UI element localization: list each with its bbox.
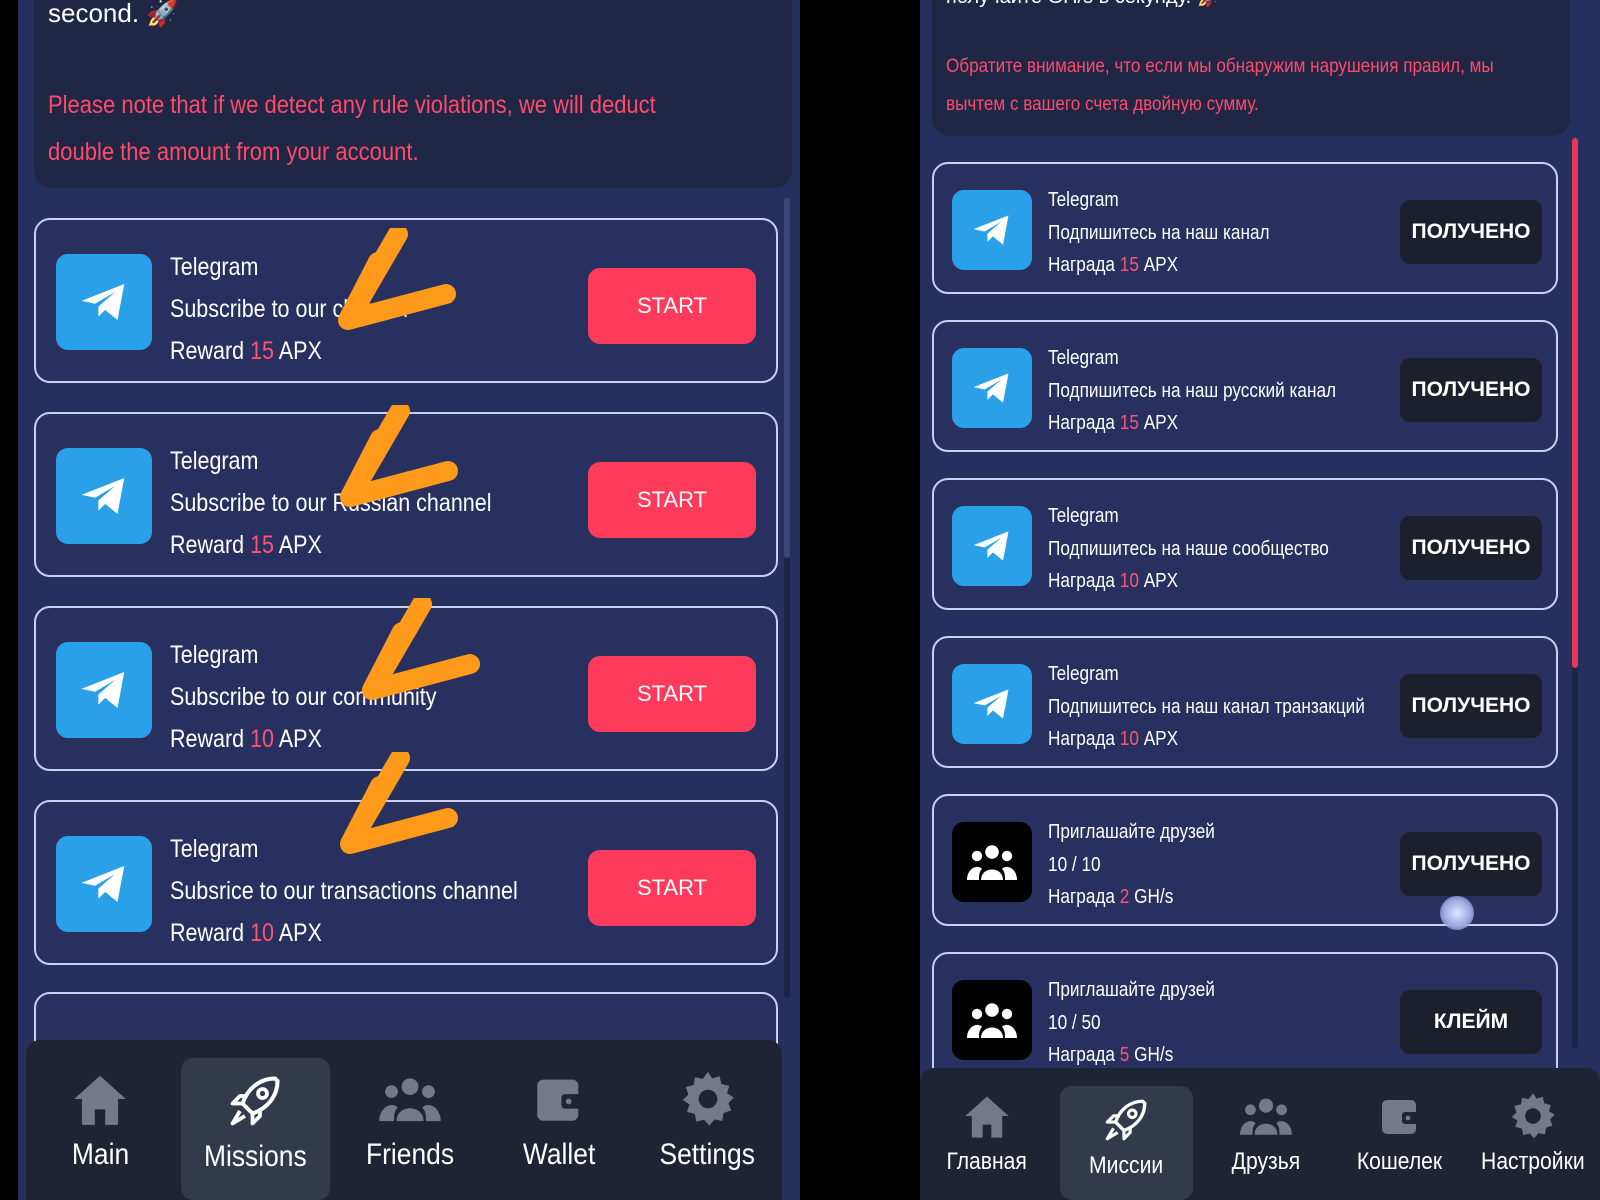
telegram-icon — [56, 836, 152, 932]
claimed-button[interactable]: ПОЛУЧЕНО — [1400, 358, 1542, 422]
rule-violation-warning: Обратите внимание, что если мы обнаружим… — [946, 56, 1494, 115]
rocket-icon — [225, 1064, 285, 1138]
telegram-icon — [952, 348, 1032, 428]
nav-label: Settings — [659, 1138, 756, 1171]
mission-source: Telegram — [1048, 505, 1119, 527]
rule-violation-warning: Please note that if we detect any rule v… — [48, 91, 656, 166]
telegram-icon — [952, 506, 1032, 586]
mission-text: Telegram Подпишитесь на наше сообщество … — [1048, 500, 1329, 598]
mission-text: Telegram Подпишитесь на наш канал транза… — [1048, 658, 1365, 756]
mission-reward: Reward 10 APX — [170, 919, 322, 947]
nav-label: Друзья — [1231, 1148, 1301, 1175]
bottom-nav: Main Missions Friends Wallet Settings — [26, 1040, 782, 1200]
start-button[interactable]: START — [588, 656, 756, 732]
nav-missions[interactable]: Миссии — [1059, 1086, 1194, 1200]
home-icon — [961, 1086, 1013, 1146]
mission-source: Telegram — [1048, 347, 1119, 369]
mission-progress: 10 / 10 — [1048, 853, 1101, 876]
mission-reward: Награда 15 APX — [1048, 254, 1179, 276]
telegram-icon — [56, 448, 152, 544]
nav-label: Friends — [365, 1138, 455, 1171]
mission-reward: Награда 10 APX — [1048, 728, 1179, 750]
nav-friends[interactable]: Друзья — [1199, 1068, 1333, 1200]
gear-icon — [1507, 1086, 1559, 1146]
nav-label: Missions — [203, 1140, 307, 1173]
mission-title: Подпишитесь на наш канал — [1048, 221, 1270, 244]
start-button[interactable]: START — [588, 268, 756, 344]
scrollbar-thumb[interactable] — [784, 198, 790, 558]
annotation-arrow — [338, 228, 456, 330]
telegram-icon — [952, 664, 1032, 744]
right-screen: получайте GH/s в секунду. 🚀 Обратите вни… — [920, 0, 1600, 1200]
nav-label: Настройки — [1481, 1148, 1585, 1175]
mission-source: Telegram — [1048, 189, 1119, 211]
telegram-icon — [56, 254, 152, 350]
nav-main[interactable]: Главная — [920, 1068, 1054, 1200]
nav-label: Главная — [946, 1148, 1027, 1175]
telegram-icon — [56, 642, 152, 738]
mission-title: Подпишитесь на наш русский канал — [1048, 379, 1337, 402]
start-button[interactable]: START — [588, 462, 756, 538]
claimed-button[interactable]: ПОЛУЧЕНО — [1400, 674, 1542, 738]
wallet-icon — [1376, 1086, 1424, 1146]
mission-title: Подпишитесь на наш канал транзакций — [1048, 695, 1365, 718]
nav-wallet[interactable]: Wallet — [484, 1040, 633, 1200]
friends-icon — [952, 822, 1032, 902]
mission-progress: 10 / 50 — [1048, 1011, 1101, 1034]
mission-reward: Награда 15 APX — [1048, 412, 1179, 434]
nav-label: Main — [71, 1138, 130, 1171]
mission-text: Telegram Подпишитесь на наш русский кана… — [1048, 342, 1336, 440]
claimed-button[interactable]: ПОЛУЧЕНО — [1400, 516, 1542, 580]
nav-wallet[interactable]: Кошелек — [1333, 1068, 1467, 1200]
mission-source: Telegram — [1048, 663, 1119, 685]
mission-reward: Награда 5 GH/s — [1048, 1044, 1174, 1066]
mission-card: Telegram Подпишитесь на наше сообщество … — [932, 478, 1558, 610]
rocket-icon — [1101, 1090, 1151, 1150]
mission-title: Subsrice to our transactions channel — [170, 877, 518, 905]
annotation-arrow — [340, 405, 458, 507]
mission-reward: Награда 2 GH/s — [1048, 886, 1174, 908]
bottom-nav: Главная Миссии Друзья Кошелек Настройки — [920, 1068, 1600, 1200]
nav-friends[interactable]: Friends — [336, 1040, 485, 1200]
mission-reward: Reward 15 APX — [170, 531, 322, 559]
mission-card: Приглашайте друзей 10 / 50 Награда 5 GH/… — [932, 952, 1558, 1084]
nav-missions[interactable]: Missions — [180, 1058, 330, 1200]
nav-main[interactable]: Main — [26, 1040, 175, 1200]
start-button[interactable]: START — [588, 850, 756, 926]
mission-source: Приглашайте друзей — [1048, 979, 1215, 1001]
mission-card: Telegram Подпишитесь на наш русский кана… — [932, 320, 1558, 452]
left-screen: second. 🚀 Please note that if we detect … — [18, 0, 800, 1200]
nav-label: Wallet — [522, 1138, 595, 1171]
nav-settings[interactable]: Настройки — [1466, 1068, 1600, 1200]
mission-card: Telegram Подпишитесь на наш канал транза… — [932, 636, 1558, 768]
wallet-icon — [530, 1062, 588, 1136]
mission-source: Приглашайте друзей — [1048, 821, 1215, 843]
gear-icon — [677, 1062, 739, 1136]
rules-notice: second. 🚀 Please note that if we detect … — [34, 0, 792, 188]
friends-icon — [378, 1062, 442, 1136]
claim-button[interactable]: КЛЕЙМ — [1400, 990, 1542, 1054]
mission-text: Приглашайте друзей 10 / 50 Награда 5 GH/… — [1048, 974, 1215, 1072]
nav-label: Миссии — [1089, 1152, 1164, 1179]
notice-lead-text: получайте GH/s в секунду. 🚀 — [946, 0, 1222, 9]
notice-lead-text: second. 🚀 — [48, 0, 179, 28]
mission-reward: Награда 10 APX — [1048, 570, 1179, 592]
mission-text: Telegram Подпишитесь на наш канал Наград… — [1048, 184, 1270, 282]
friends-icon — [952, 980, 1032, 1060]
mission-card: Telegram Подпишитесь на наш канал Наград… — [932, 162, 1558, 294]
annotation-arrow — [340, 752, 458, 854]
mission-title: Подпишитесь на наше сообщество — [1048, 537, 1329, 560]
scrollbar-thumb[interactable] — [1572, 138, 1578, 668]
annotation-arrow — [362, 598, 480, 700]
telegram-icon — [952, 190, 1032, 270]
nav-label: Кошелек — [1356, 1148, 1443, 1175]
home-icon — [69, 1062, 131, 1136]
claimed-button[interactable]: ПОЛУЧЕНО — [1400, 200, 1542, 264]
nav-settings[interactable]: Settings — [633, 1040, 782, 1200]
rules-notice: получайте GH/s в секунду. 🚀 Обратите вни… — [932, 0, 1570, 136]
friends-icon — [1239, 1086, 1293, 1146]
mission-text: Приглашайте друзей 10 / 10 Награда 2 GH/… — [1048, 816, 1215, 914]
claimed-button[interactable]: ПОЛУЧЕНО — [1400, 832, 1542, 896]
touch-indicator — [1440, 896, 1474, 930]
